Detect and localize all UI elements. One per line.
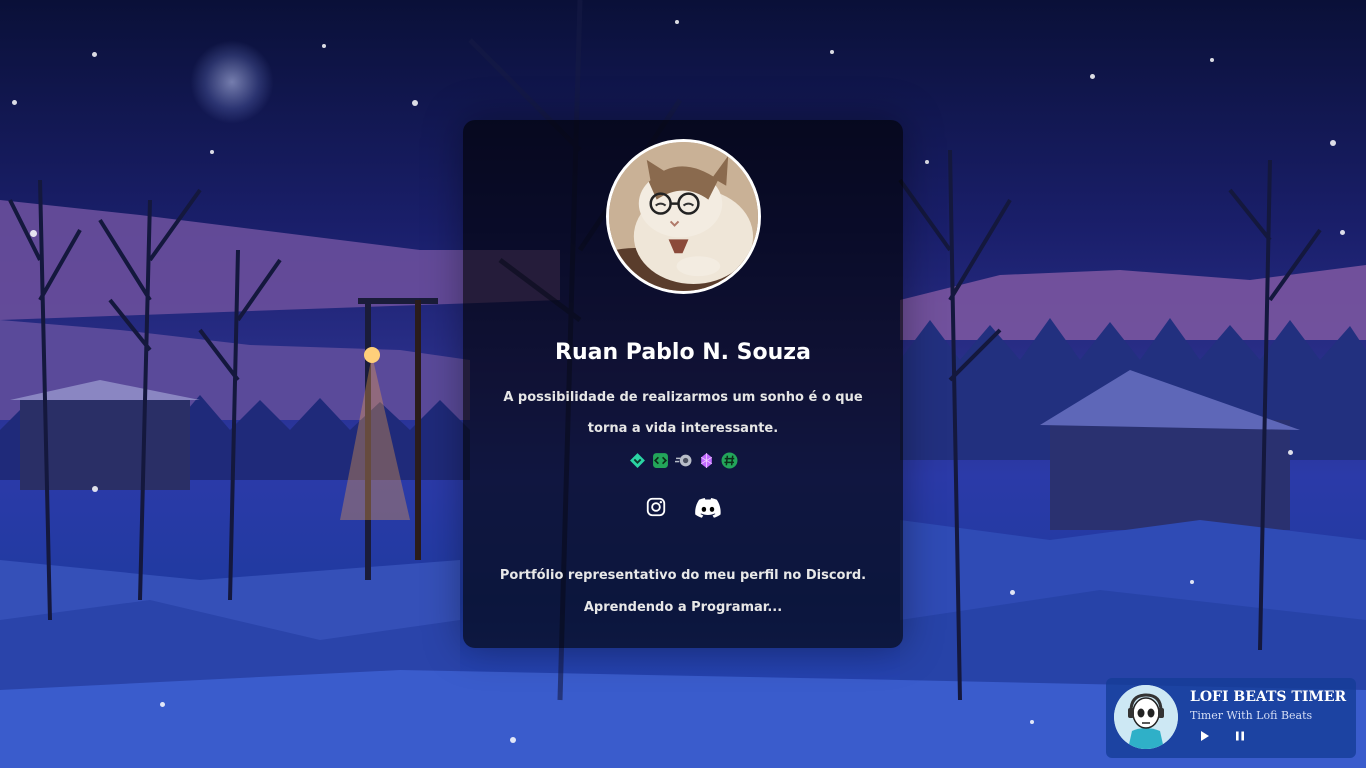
profile-name: Ruan Pablo N. Souza (555, 340, 811, 365)
snowflake (92, 486, 98, 492)
snowflake (412, 100, 418, 106)
snowflake (160, 702, 165, 707)
music-player: LOFI BEATS TIMER Timer With Lofi Beats (1106, 678, 1356, 758)
snowflake (1090, 74, 1095, 79)
snowflake (830, 50, 834, 54)
snowflake (1210, 58, 1214, 62)
snowflake (1288, 450, 1293, 455)
snowflake (675, 20, 679, 24)
description-line-2: Aprendendo a Programar... (583, 600, 783, 615)
pause-icon[interactable] (1232, 728, 1248, 744)
snowflake (322, 44, 326, 48)
hypesquad-brilliance-icon[interactable] (629, 452, 646, 469)
snowflake (1340, 230, 1345, 235)
skull-headphones-icon (1114, 685, 1178, 749)
boost-gem-icon[interactable] (698, 452, 715, 469)
snowflake (1030, 720, 1034, 724)
snowflake (925, 160, 929, 164)
play-icon[interactable] (1196, 728, 1212, 744)
player-title: LOFI BEATS TIMER (1190, 689, 1347, 705)
hashtag-icon[interactable] (721, 452, 738, 469)
instagram-icon[interactable] (645, 496, 667, 518)
snowflake (92, 52, 97, 57)
nitro-icon[interactable] (674, 452, 692, 469)
active-developer-icon[interactable] (652, 452, 669, 469)
snowflake (12, 100, 17, 105)
badge-row (463, 452, 903, 469)
profile-avatar (606, 139, 761, 294)
snowflake (1330, 140, 1336, 146)
cat-with-glasses-icon (609, 142, 758, 291)
profile-description: Portfólio representativo do meu perfil n… (463, 560, 903, 624)
profile-bio: A possibilidade de realizarmos um sonho … (503, 390, 863, 436)
snowflake (1010, 590, 1015, 595)
profile-card: Ruan Pablo N. Souza A possibilidade de r… (463, 120, 903, 648)
description-line-1: Portfólio representativo do meu perfil n… (499, 568, 867, 583)
snowflake (1190, 580, 1194, 584)
snowflake (30, 230, 37, 237)
social-links (463, 496, 903, 518)
discord-icon[interactable] (695, 496, 721, 518)
snowflake (210, 150, 214, 154)
player-subtitle: Timer With Lofi Beats (1190, 709, 1313, 722)
player-artwork (1114, 685, 1178, 749)
snowflake (510, 737, 516, 743)
